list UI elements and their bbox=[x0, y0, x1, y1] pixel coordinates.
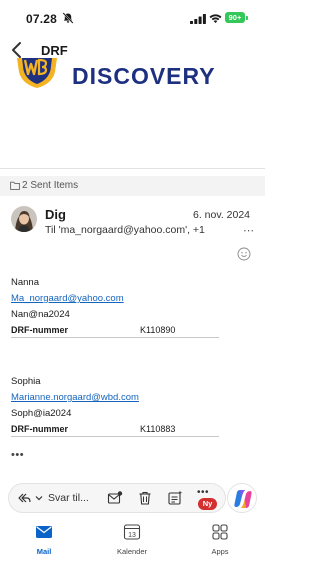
tab-mail[interactable]: Mail bbox=[14, 523, 74, 563]
tab-bar: Mail 13 Kalender Apps bbox=[0, 517, 265, 575]
copilot-icon bbox=[234, 490, 252, 508]
tab-apps[interactable]: Apps bbox=[190, 523, 250, 563]
header-title: DRF bbox=[41, 43, 68, 58]
drf-value: K110890 bbox=[140, 325, 176, 335]
reply-button[interactable]: Svar til... bbox=[48, 492, 89, 504]
wifi-icon bbox=[209, 14, 222, 23]
brand-logo-text: DISCOVERY bbox=[72, 63, 216, 89]
chevron-down-icon[interactable] bbox=[34, 493, 44, 503]
summarize-icon[interactable] bbox=[167, 490, 183, 506]
tab-calendar[interactable]: 13 Kalender bbox=[102, 523, 162, 563]
new-badge: Ny bbox=[198, 498, 217, 510]
tab-label: Mail bbox=[36, 547, 52, 556]
entry-name: Sophia bbox=[11, 376, 41, 387]
message-more-button[interactable]: ⋯ bbox=[243, 224, 254, 237]
folder-strip: 2 Sent Items bbox=[0, 176, 265, 196]
bell-off-icon bbox=[62, 12, 74, 24]
recipients[interactable]: Til 'ma_norgaard@yahoo.com', +1 bbox=[45, 224, 205, 236]
entry-name: Nanna bbox=[11, 277, 39, 288]
entry-drf-row: DRF-nummer K110890 bbox=[11, 322, 219, 338]
email-banner: DISCOVERY bbox=[0, 58, 265, 168]
calendar-day: 13 bbox=[128, 532, 136, 539]
entry-email-link[interactable]: Marianne.norgaard@wbd.com bbox=[11, 392, 139, 403]
action-toolbar: Svar til... ••• Ny bbox=[8, 483, 226, 513]
tab-label: Kalender bbox=[116, 547, 148, 556]
reply-all-icon[interactable] bbox=[17, 491, 31, 505]
more-actions-button[interactable]: ••• bbox=[197, 487, 209, 498]
calendar-icon: 13 bbox=[123, 524, 141, 540]
avatar-image bbox=[11, 206, 37, 232]
tab-label: Apps bbox=[211, 547, 229, 556]
sender-name: Dig bbox=[45, 207, 66, 222]
avatar[interactable] bbox=[11, 206, 37, 232]
copilot-button[interactable] bbox=[227, 483, 257, 513]
apps-icon bbox=[212, 524, 228, 540]
drf-value: K110883 bbox=[140, 424, 176, 434]
back-icon[interactable] bbox=[8, 40, 26, 60]
entry-email-link[interactable]: Ma_norgaard@yahoo.com bbox=[11, 293, 124, 304]
divider bbox=[0, 168, 265, 169]
mail-icon bbox=[36, 526, 52, 538]
trash-icon[interactable] bbox=[137, 490, 153, 506]
drf-key: DRF-nummer bbox=[11, 325, 69, 335]
battery-icon: 90+ bbox=[225, 12, 245, 23]
status-time: 07.28 bbox=[26, 12, 58, 26]
entry-password: Nan@na2024 bbox=[11, 309, 70, 320]
status-bar: 07.28 90+ bbox=[0, 0, 265, 34]
show-quoted-text-button[interactable]: ••• bbox=[11, 449, 24, 461]
folder-icon bbox=[10, 181, 20, 190]
drf-key: DRF-nummer bbox=[11, 424, 69, 434]
message-date: 6. nov. 2024 bbox=[193, 209, 251, 221]
mark-unread-icon[interactable] bbox=[107, 490, 123, 506]
wb-shield-logo bbox=[17, 58, 57, 88]
folder-label: 2 Sent Items bbox=[22, 180, 79, 191]
signal-icon bbox=[190, 14, 206, 24]
entry-drf-row: DRF-nummer K110883 bbox=[11, 421, 219, 437]
entry-password: Soph@ia2024 bbox=[11, 408, 72, 419]
battery-cap bbox=[246, 15, 248, 20]
emoji-reaction-icon[interactable] bbox=[237, 247, 251, 261]
